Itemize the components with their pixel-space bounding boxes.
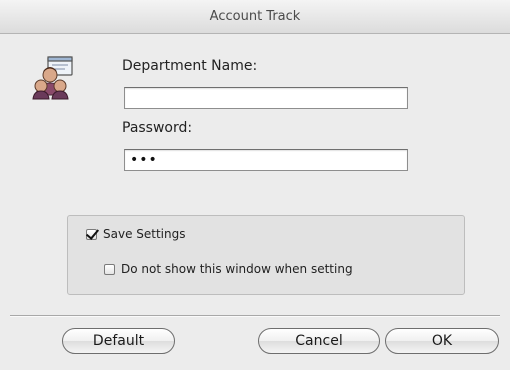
department-name-label: Department Name:	[122, 58, 258, 74]
password-input[interactable]: •••	[124, 149, 408, 171]
save-settings-checkbox[interactable]	[86, 228, 97, 240]
window-title: Account Track	[209, 9, 301, 24]
settings-group: Save Settings Do not show this window wh…	[67, 215, 465, 295]
department-name-input[interactable]	[124, 87, 408, 109]
do-not-show-option[interactable]: Do not show this window when setting	[104, 262, 353, 276]
do-not-show-checkbox[interactable]	[104, 263, 115, 275]
default-button[interactable]: Default	[62, 328, 175, 354]
cancel-button[interactable]: Cancel	[258, 328, 380, 354]
password-label: Password:	[122, 120, 193, 136]
ok-button[interactable]: OK	[385, 328, 499, 354]
department-users-icon	[32, 56, 73, 100]
title-bar: Account Track	[0, 0, 510, 34]
save-settings-label: Save Settings	[103, 227, 186, 241]
do-not-show-label: Do not show this window when setting	[121, 262, 353, 276]
button-separator	[10, 315, 500, 317]
save-settings-option[interactable]: Save Settings	[86, 227, 186, 241]
